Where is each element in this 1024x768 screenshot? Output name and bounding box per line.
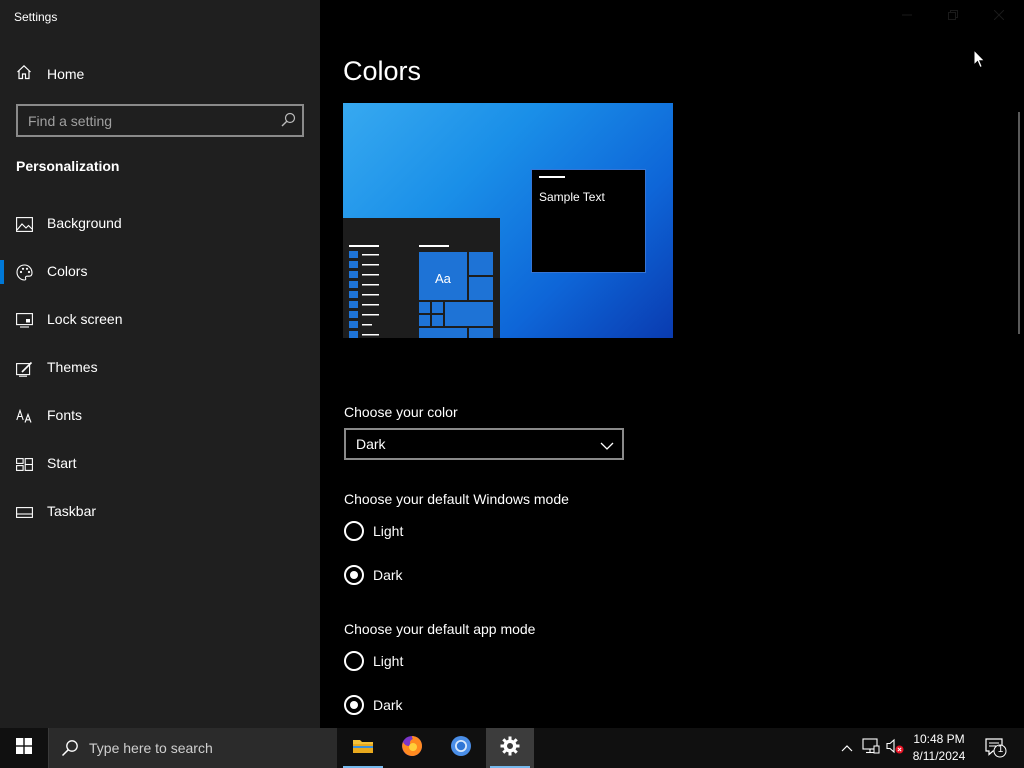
- clock-date: 8/11/2024: [912, 749, 966, 763]
- notification-icon: 1: [985, 738, 1007, 758]
- sidebar-item-background[interactable]: Background: [0, 200, 320, 248]
- app-mode-light-radio[interactable]: Light: [344, 651, 403, 671]
- settings-sidebar: Settings Home Personalization Background…: [0, 0, 320, 728]
- action-center-button[interactable]: 1: [976, 728, 1016, 768]
- palette-icon: [16, 264, 33, 281]
- choose-color-value: Dark: [356, 436, 386, 452]
- chromium-icon: [449, 734, 473, 763]
- network-tray-button[interactable]: [860, 728, 882, 768]
- app-mode-dark-radio[interactable]: Dark: [344, 695, 403, 715]
- page-title: Colors: [343, 56, 422, 86]
- sidebar-item-label: Start: [47, 455, 77, 471]
- notification-count-badge: 1: [997, 744, 1004, 755]
- radio-circle-selected: [344, 565, 364, 585]
- close-icon: [993, 7, 1005, 25]
- taskbar-app-chromium[interactable]: [437, 728, 485, 768]
- sidebar-item-themes[interactable]: Themes: [0, 344, 320, 392]
- themes-icon: [16, 360, 33, 377]
- preview-title-bar: [539, 176, 565, 178]
- close-button[interactable]: [976, 0, 1022, 32]
- settings-icon: [500, 736, 520, 761]
- restore-icon: [948, 7, 958, 25]
- sidebar-item-lock-screen[interactable]: Lock screen: [0, 296, 320, 344]
- network-icon: [862, 737, 880, 759]
- radio-label: Dark: [373, 697, 403, 713]
- radio-circle: [344, 651, 364, 671]
- fonts-icon: [16, 408, 33, 425]
- settings-search-input[interactable]: [18, 106, 278, 135]
- mouse-cursor-icon: [973, 48, 986, 74]
- home-nav-item[interactable]: Home: [16, 62, 84, 86]
- clock-time: 10:48 PM: [913, 732, 965, 746]
- selection-indicator: [0, 260, 4, 284]
- home-label: Home: [47, 66, 85, 82]
- sidebar-item-fonts[interactable]: Fonts: [0, 392, 320, 440]
- taskbar-search-placeholder: Type here to search: [89, 740, 213, 756]
- radio-label: Light: [373, 653, 404, 669]
- app-title: Settings: [14, 10, 58, 24]
- radio-circle: [344, 521, 364, 541]
- volume-muted-icon: [886, 738, 904, 759]
- sidebar-item-taskbar[interactable]: Taskbar: [0, 488, 320, 536]
- taskbar-app-firefox[interactable]: [388, 728, 436, 768]
- sidebar-item-label: Fonts: [47, 407, 83, 423]
- chevron-up-icon: [841, 739, 853, 757]
- radio-label: Dark: [373, 567, 403, 583]
- radio-circle-selected: [344, 695, 364, 715]
- show-hidden-icons-button[interactable]: [836, 728, 858, 768]
- radio-label: Light: [373, 523, 404, 539]
- content-scrollbar[interactable]: [1018, 112, 1020, 334]
- taskbar-app-file-explorer[interactable]: [339, 728, 387, 768]
- maximize-button[interactable]: [930, 0, 976, 32]
- preview-tile-text: Aa: [435, 271, 451, 286]
- choose-color-label: Choose your color: [344, 404, 458, 420]
- sidebar-item-label: Background: [47, 215, 122, 231]
- minimize-button[interactable]: [884, 0, 930, 32]
- preview-sample-text: Sample Text: [539, 190, 605, 204]
- search-icon: [61, 739, 79, 762]
- taskbar-icon: [16, 504, 33, 521]
- search-icon[interactable]: [280, 112, 296, 133]
- section-title: Personalization: [16, 158, 120, 174]
- sidebar-item-label: Colors: [47, 263, 88, 279]
- taskbar: Type here to search 10:48 PM 8/11/2024 1: [0, 728, 1024, 768]
- windows-mode-label: Choose your default Windows mode: [344, 491, 569, 507]
- sidebar-item-label: Taskbar: [47, 503, 97, 519]
- sidebar-item-start[interactable]: Start: [0, 440, 320, 488]
- sidebar-item-colors[interactable]: Colors: [0, 248, 320, 296]
- image-icon: [16, 216, 33, 233]
- sidebar-item-label: Lock screen: [47, 311, 123, 327]
- start-button[interactable]: [0, 728, 48, 768]
- windows-mode-dark-radio[interactable]: Dark: [344, 565, 403, 585]
- theme-preview: Aa Sample Text: [343, 103, 673, 338]
- minimize-icon: [902, 7, 912, 25]
- windows-mode-light-radio[interactable]: Light: [344, 521, 403, 541]
- file-explorer-icon: [352, 737, 374, 760]
- chevron-down-icon: [600, 438, 614, 456]
- taskbar-clock[interactable]: 10:48 PM 8/11/2024: [906, 731, 972, 765]
- preview-start-menu: Aa: [343, 218, 500, 338]
- home-icon: [16, 64, 32, 85]
- settings-search-box[interactable]: [16, 104, 304, 137]
- taskbar-search-box[interactable]: Type here to search: [48, 728, 337, 768]
- choose-color-dropdown[interactable]: Dark: [344, 428, 624, 460]
- preview-start-menu-graphic: [349, 245, 493, 338]
- lock-screen-icon: [16, 312, 33, 329]
- preview-window: Sample Text: [531, 169, 646, 273]
- taskbar-app-settings[interactable]: [486, 728, 534, 768]
- windows-logo-icon: [16, 737, 32, 759]
- firefox-icon: [400, 734, 424, 763]
- app-mode-label: Choose your default app mode: [344, 621, 536, 637]
- start-icon: [16, 456, 33, 473]
- sidebar-item-label: Themes: [47, 359, 98, 375]
- volume-tray-button[interactable]: [884, 728, 906, 768]
